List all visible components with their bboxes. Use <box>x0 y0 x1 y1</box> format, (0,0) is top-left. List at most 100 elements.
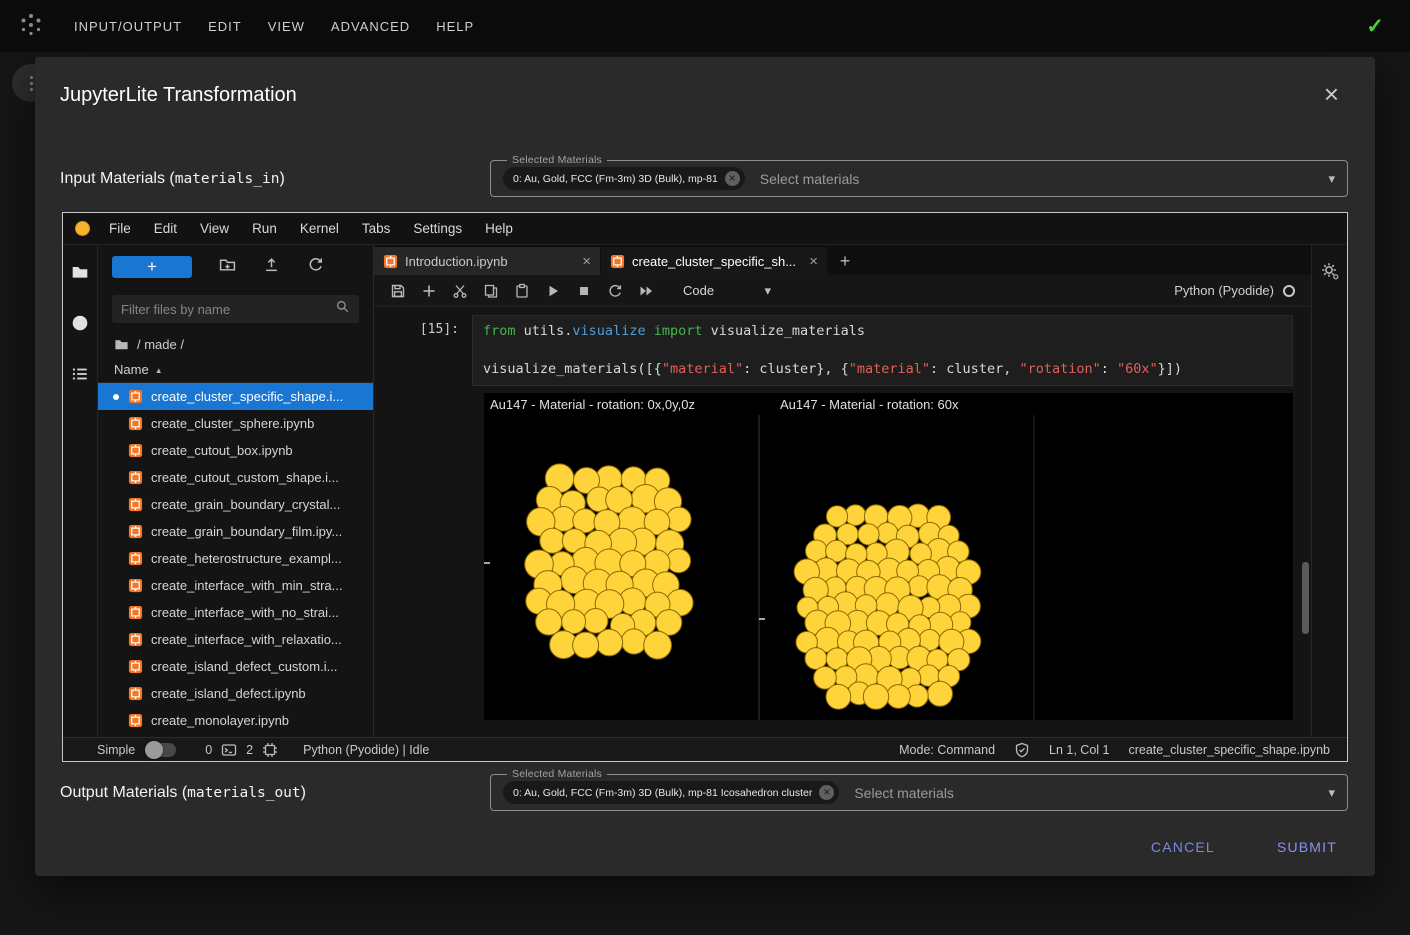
dropdown-caret-icon[interactable]: ▾ <box>1328 171 1335 187</box>
tab-close-icon[interactable]: × <box>582 253 591 270</box>
cut-cell-icon[interactable] <box>452 283 468 299</box>
jupyter-menu-item[interactable]: Kernel <box>300 221 339 236</box>
app-logo-icon[interactable] <box>18 11 44 42</box>
breadcrumb[interactable]: / made / <box>98 331 373 357</box>
submit-button[interactable]: SUBMIT <box>1269 833 1345 861</box>
file-filter-input[interactable] <box>121 302 335 317</box>
run-cell-icon[interactable] <box>545 283 561 299</box>
cancel-button[interactable]: CANCEL <box>1143 833 1223 861</box>
file-list-header[interactable]: Name ▲ <box>98 357 373 383</box>
kernel-sessions-icon <box>262 742 278 758</box>
cell-editor[interactable]: from utils.visualize import visualize_ma… <box>472 315 1293 386</box>
file-row[interactable]: create_interface_with_min_stra... <box>98 572 373 599</box>
jupyter-menu-item[interactable]: Run <box>252 221 277 236</box>
insert-cell-icon[interactable] <box>421 283 437 299</box>
kernels-count[interactable]: 2 <box>246 743 253 757</box>
file-row[interactable]: create_monolayer.ipynb <box>98 707 373 734</box>
run-all-cells-icon[interactable] <box>638 283 654 299</box>
top-menu-item[interactable]: HELP <box>434 13 476 40</box>
file-row[interactable]: create_cutout_custom_shape.i... <box>98 464 373 491</box>
output-materials-select[interactable]: Selected Materials 0: Au, Gold, FCC (Fm-… <box>490 774 1348 811</box>
simple-mode-toggle[interactable] <box>146 743 176 757</box>
chip-remove-icon[interactable]: × <box>819 785 834 800</box>
file-filter-box[interactable] <box>112 295 359 323</box>
cluster-visualization-right <box>794 504 981 709</box>
tab-close-icon[interactable]: × <box>809 253 818 270</box>
terminals-count[interactable]: 0 <box>205 743 212 757</box>
restart-kernel-icon[interactable] <box>607 283 623 299</box>
stop-kernel-icon[interactable] <box>576 283 592 299</box>
cluster-visualization-left <box>525 464 693 659</box>
file-name: create_island_defect_custom.i... <box>151 659 337 674</box>
input-materials-field-label: Selected Materials <box>507 154 607 166</box>
table-of-contents-icon[interactable] <box>71 365 89 388</box>
file-row[interactable]: create_island_defect_custom.i... <box>98 653 373 680</box>
refresh-icon[interactable] <box>307 256 324 278</box>
cursor-position-text[interactable]: Ln 1, Col 1 <box>1049 743 1109 757</box>
file-row[interactable]: create_grain_boundary_film.ipy... <box>98 518 373 545</box>
notebook-icon <box>128 659 143 674</box>
file-browser-icon[interactable] <box>71 263 89 286</box>
file-browser-panel: + <box>97 245 374 737</box>
running-sessions-icon[interactable] <box>71 314 89 337</box>
editor-tab[interactable]: create_cluster_specific_sh...× <box>601 247 828 275</box>
file-row[interactable]: create_interface_with_no_strai... <box>98 599 373 626</box>
jupyter-menu-item[interactable]: View <box>200 221 229 236</box>
file-row[interactable]: create_island_defect.ipynb <box>98 680 373 707</box>
file-row[interactable]: create_cutout_box.ipynb <box>98 437 373 464</box>
file-row[interactable]: create_cluster_specific_shape.i... <box>98 383 373 410</box>
code-cell[interactable]: [15]: from utils.visualize import visual… <box>374 315 1293 386</box>
add-tab-icon[interactable]: + <box>828 247 862 275</box>
material-visualization[interactable] <box>484 415 1293 720</box>
folder-icon <box>114 337 129 352</box>
file-row[interactable]: create_cluster_sphere.ipynb <box>98 410 373 437</box>
input-material-chip[interactable]: 0: Au, Gold, FCC (Fm-3m) 3D (Bulk), mp-8… <box>503 167 745 190</box>
chip-label: 0: Au, Gold, FCC (Fm-3m) 3D (Bulk), mp-8… <box>513 787 812 799</box>
jupyter-menu-item[interactable]: Edit <box>154 221 177 236</box>
editor-tab[interactable]: Introduction.ipynb× <box>374 247 601 275</box>
file-row[interactable]: create_heterostructure_exampl... <box>98 545 373 572</box>
settings-gear-icon[interactable] <box>1320 261 1340 737</box>
top-menu-item[interactable]: ADVANCED <box>329 13 412 40</box>
cell-type-select[interactable]: Code ▾ <box>683 283 771 299</box>
jupyterlite-transformation-dialog: JupyterLite Transformation × Input Mater… <box>35 57 1375 876</box>
output-plot-title: Au147 - Material - rotation: 60x <box>780 393 958 415</box>
notebook-scrollbar[interactable] <box>1302 562 1309 634</box>
kernel-status-text[interactable]: Python (Pyodide) | Idle <box>303 743 429 757</box>
top-menu: INPUT/OUTPUT EDIT VIEW ADVANCED HELP <box>72 13 476 40</box>
notebook-icon <box>128 497 143 512</box>
top-menu-item[interactable]: VIEW <box>266 13 307 40</box>
file-name: create_grain_boundary_film.ipy... <box>151 524 342 539</box>
notebook-icon <box>610 254 625 269</box>
notebook-icon <box>128 578 143 593</box>
dialog-close-icon[interactable]: × <box>1324 81 1339 107</box>
kernel-status-icon[interactable] <box>1283 285 1295 297</box>
jupyter-menu-item[interactable]: Tabs <box>362 221 391 236</box>
file-row[interactable]: create_grain_boundary_crystal... <box>98 491 373 518</box>
top-menu-item[interactable]: EDIT <box>206 13 244 40</box>
input-materials-select[interactable]: Selected Materials 0: Au, Gold, FCC (Fm-… <box>490 160 1348 197</box>
right-sidebar <box>1311 245 1347 737</box>
copy-cell-icon[interactable] <box>483 283 499 299</box>
jupyter-menu-item[interactable]: Help <box>485 221 513 236</box>
save-icon[interactable] <box>390 283 406 299</box>
top-menu-item[interactable]: INPUT/OUTPUT <box>72 13 184 40</box>
chip-remove-icon[interactable]: × <box>725 171 740 186</box>
active-file-name[interactable]: create_cluster_specific_shape.ipynb <box>1128 743 1330 757</box>
apply-check-icon[interactable]: ✓ <box>1366 14 1384 39</box>
output-material-chip[interactable]: 0: Au, Gold, FCC (Fm-3m) 3D (Bulk), mp-8… <box>503 781 839 804</box>
dialog-title: JupyterLite Transformation <box>60 81 297 109</box>
dropdown-caret-icon[interactable]: ▾ <box>1328 785 1335 801</box>
new-folder-icon[interactable] <box>219 256 236 278</box>
file-row[interactable]: create_interface_with_relaxatio... <box>98 626 373 653</box>
name-column-header[interactable]: Name <box>114 362 149 377</box>
jupyter-menu-item[interactable]: File <box>109 221 131 236</box>
cell-type-value: Code <box>683 283 714 298</box>
upload-icon[interactable] <box>263 256 280 278</box>
command-mode-text[interactable]: Mode: Command <box>899 743 995 757</box>
kernel-name[interactable]: Python (Pyodide) <box>1174 283 1274 298</box>
paste-cell-icon[interactable] <box>514 283 530 299</box>
jupyter-menu-item[interactable]: Settings <box>413 221 462 236</box>
sort-ascending-icon[interactable]: ▲ <box>155 366 163 375</box>
new-launcher-button[interactable]: + <box>112 256 192 278</box>
